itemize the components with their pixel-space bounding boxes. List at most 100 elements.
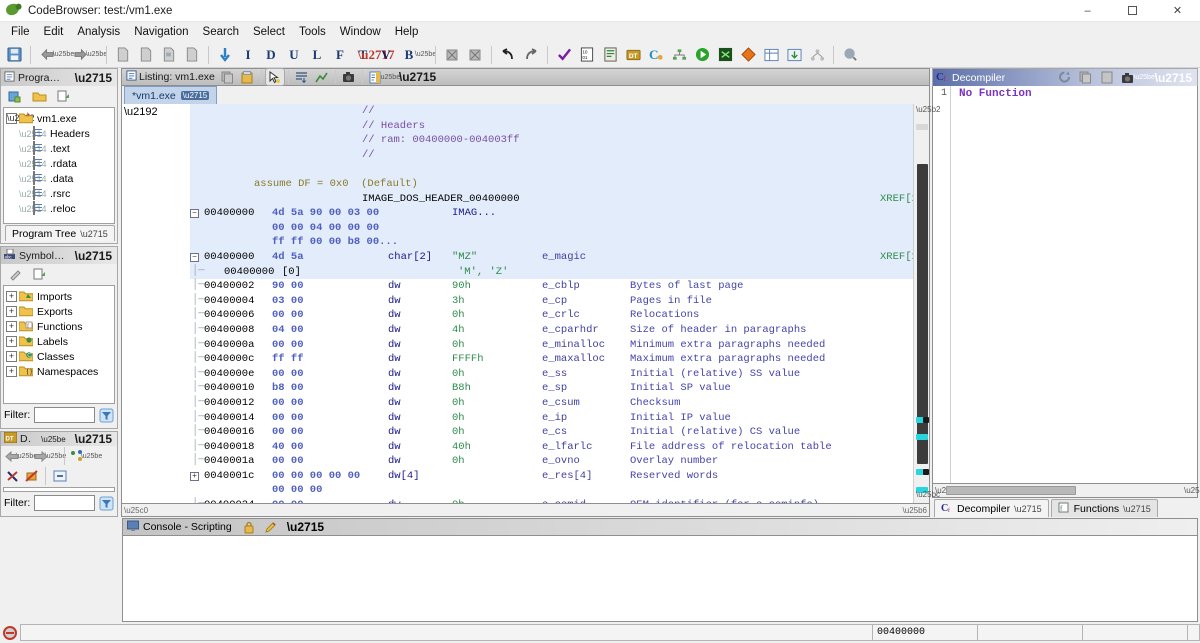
symbol-tree-body[interactable]: + Imports + Exports: [3, 285, 115, 404]
copy-icon[interactable]: [219, 69, 237, 85]
tab-close-icon[interactable]: \u2715: [1123, 504, 1151, 514]
dtm-forward-icon[interactable]: [33, 445, 49, 467]
symbol-filter-input[interactable]: [34, 407, 95, 423]
script-manager-button[interactable]: [599, 44, 621, 66]
toggle-diff-icon[interactable]: [313, 69, 331, 85]
auto-analyze-check-button[interactable]: [553, 44, 575, 66]
select-forward-button[interactable]: [441, 44, 463, 66]
menu-window[interactable]: Window: [333, 24, 388, 40]
dtm-back-icon[interactable]: [4, 445, 20, 467]
collapse-icon[interactable]: −: [190, 253, 199, 262]
listing-line[interactable]: │─00400010b8 00dwB8he_spInitial SP value: [190, 381, 913, 396]
filter-arrays-icon[interactable]: [23, 465, 40, 487]
menu-tools[interactable]: Tools: [292, 24, 333, 40]
listing-line[interactable]: │─0040000403 00dw3he_cpPages in file: [190, 294, 913, 309]
decompiler-horizontal-scrollbar[interactable]: \u25c0 \u25b6: [932, 484, 1198, 498]
program-trees-body[interactable]: \u2212 vm1.exe \u2514 Headers: [3, 107, 115, 224]
menu-search[interactable]: Search: [196, 24, 246, 40]
create-label-button[interactable]: L: [306, 44, 328, 66]
tree-node-data[interactable]: \u2514 .data: [6, 171, 112, 186]
run-analysis-button[interactable]: [691, 44, 713, 66]
decompiler-body[interactable]: 1 No Function: [932, 86, 1198, 484]
listing-code[interactable]: //// Headers// ram: 00400000-004003ff//a…: [190, 104, 913, 503]
call-tree-button[interactable]: [668, 44, 690, 66]
data-type-manager-close-icon[interactable]: \u2715: [72, 432, 115, 446]
help-button[interactable]: [839, 44, 861, 66]
listing-line[interactable]: │─0040000600 00dw0he_crlcRelocations: [190, 308, 913, 323]
listing-menu-dropdown-icon[interactable]: \u25be: [385, 74, 394, 81]
bytes-dropdown-icon[interactable]: \u25be: [421, 51, 430, 58]
expand-icon[interactable]: +: [6, 306, 17, 317]
console-body[interactable]: [122, 536, 1198, 622]
forward-dropdown-icon[interactable]: \u25be: [92, 51, 101, 58]
debugger-button[interactable]: [714, 44, 736, 66]
symbol-node-namespaces[interactable]: + {} Namespaces: [6, 364, 112, 379]
dtm-forward-dropdown-icon[interactable]: \u25be: [51, 453, 60, 460]
cursor-select-icon[interactable]: [266, 69, 284, 85]
listing-close-icon[interactable]: \u2715: [396, 70, 439, 84]
tree-node-headers[interactable]: \u2514 Headers: [6, 126, 112, 141]
back-button[interactable]: [36, 44, 58, 66]
listing-line[interactable]: │─0040001a00 00dw0he_ovnoOverlay number: [190, 454, 913, 469]
listing-line[interactable]: 00 00 00: [190, 483, 913, 498]
listing-horizontal-scrollbar[interactable]: \u25c0 \u25b6: [121, 504, 930, 517]
maximize-button[interactable]: [1110, 0, 1155, 22]
listing-vertical-scrollbar[interactable]: \u25b2 \u25bc: [913, 104, 929, 503]
memory-map-button[interactable]: 1001: [576, 44, 598, 66]
listing-line[interactable]: [190, 162, 913, 177]
dtm-sort-dropdown-icon[interactable]: \u25be: [87, 453, 96, 460]
snapshot-icon[interactable]: [1119, 70, 1137, 86]
goto-address-button[interactable]: [214, 44, 236, 66]
listing-line[interactable]: // ram: 00400000-004003ff: [190, 133, 913, 148]
defined-data-table-button[interactable]: [760, 44, 782, 66]
program-trees-close-icon[interactable]: \u2715: [72, 71, 115, 85]
edit-script-icon[interactable]: [262, 519, 280, 535]
expand-icon[interactable]: +: [6, 366, 17, 377]
undefine-button[interactable]: U: [283, 44, 305, 66]
listing-line[interactable]: │─0040000804 00dw4he_cparhdrSize of head…: [190, 323, 913, 338]
symbol-tree-close-icon[interactable]: \u2715: [72, 249, 115, 263]
menu-select[interactable]: Select: [246, 24, 292, 40]
console-close-icon[interactable]: \u2715: [284, 520, 327, 534]
create-instruction-button[interactable]: I: [237, 44, 259, 66]
collapse-icon[interactable]: \u2212: [6, 113, 17, 124]
dh-right-icon[interactable]: \u25b6: [1184, 486, 1195, 495]
listing-tab-vm1exe[interactable]: *vm1.exe \u2715: [124, 86, 217, 104]
hscroll-left-icon[interactable]: \u25c0: [124, 506, 148, 515]
listing-line[interactable]: //: [190, 148, 913, 163]
listing-line[interactable]: │─0040000290 00dw90he_cblpBytes of last …: [190, 279, 913, 294]
expand-icon[interactable]: +: [190, 472, 199, 481]
symbol-node-labels[interactable]: + Labels: [6, 334, 112, 349]
snapshot-icon[interactable]: [340, 69, 358, 85]
expand-icon[interactable]: +: [6, 351, 17, 362]
listing-line[interactable]: assume DF = 0x0 (Default): [190, 177, 913, 192]
listing-line[interactable]: │─0040001600 00dw0he_csInitial (relative…: [190, 425, 913, 440]
listing-line[interactable]: │─0040002400 00dw0he_oemidOEM identifier…: [190, 498, 913, 503]
create-function-button[interactable]: F: [329, 44, 351, 66]
expand-icon[interactable]: +: [6, 321, 17, 332]
decompiler-menu-dropdown-icon[interactable]: \u25be: [1140, 74, 1149, 81]
clone-window-button[interactable]: [181, 44, 203, 66]
listing-tab-close-icon[interactable]: \u2715: [181, 91, 209, 100]
symbol-node-exports[interactable]: + Exports: [6, 304, 112, 319]
tree-node-text[interactable]: \u2514 .text: [6, 141, 112, 156]
dh-thumb[interactable]: [946, 486, 1076, 495]
new-symbol-icon[interactable]: [28, 263, 50, 285]
create-default-tree-icon[interactable]: [4, 85, 26, 107]
refresh-icon[interactable]: [1056, 70, 1074, 86]
lock-icon[interactable]: [240, 519, 258, 535]
menu-help[interactable]: Help: [388, 24, 426, 40]
listing-line[interactable]: //: [190, 104, 913, 119]
listing-line[interactable]: │─0040001400 00dw0he_ipInitial IP value: [190, 411, 913, 426]
filter-pointers-icon[interactable]: [4, 465, 21, 487]
listing-line[interactable]: │─0040000e00 00dw0he_ssInitial (relative…: [190, 367, 913, 382]
listing-line[interactable]: │─0040000a00 00dw0he_minallocMinimum ext…: [190, 338, 913, 353]
collapse-icon[interactable]: −: [190, 209, 199, 218]
expand-icon[interactable]: +: [6, 291, 17, 302]
export-program-button[interactable]: [783, 44, 805, 66]
close-button[interactable]: ✕: [1155, 0, 1200, 22]
new-tree-icon[interactable]: [52, 85, 74, 107]
listing-line[interactable]: │─0040001200 00dw0he_csumChecksum: [190, 396, 913, 411]
copy-icon[interactable]: [1077, 70, 1095, 86]
menu-navigation[interactable]: Navigation: [127, 24, 195, 40]
